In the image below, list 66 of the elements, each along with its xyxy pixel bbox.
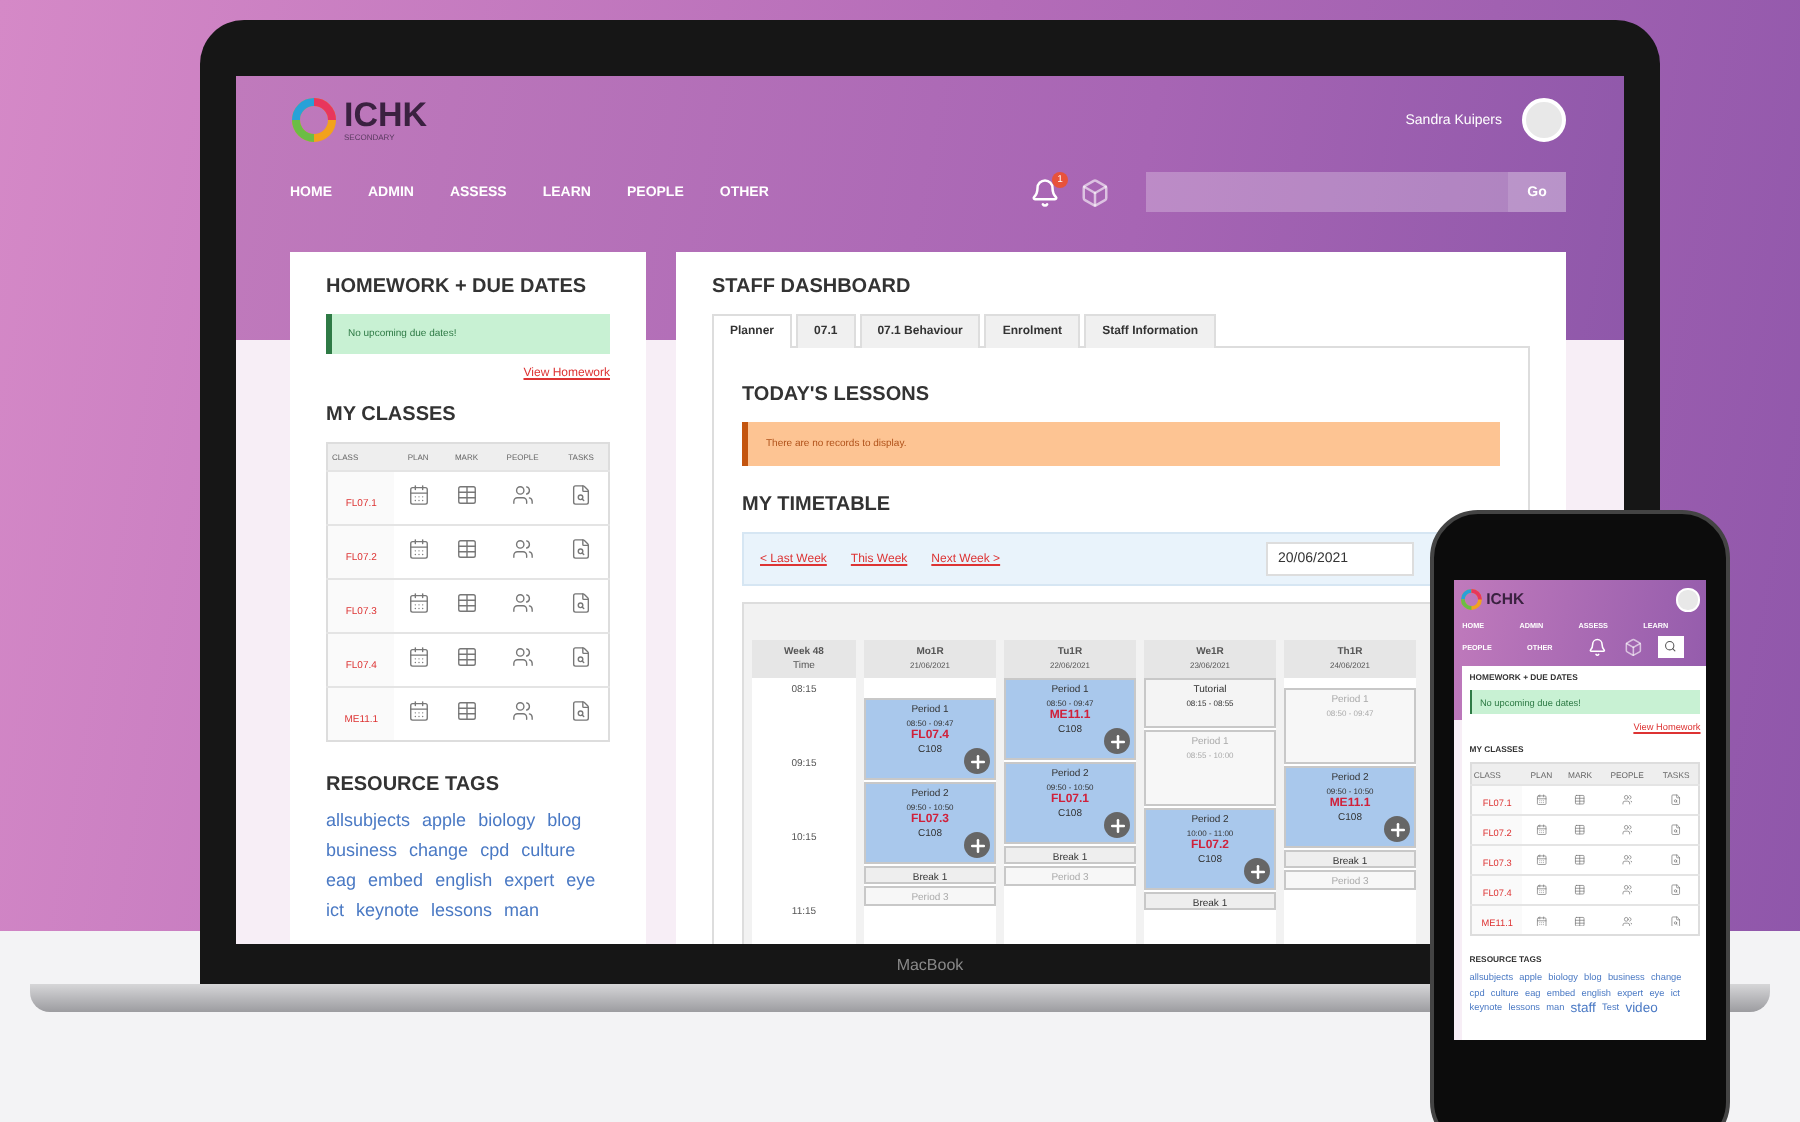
calendar-icon[interactable] (407, 700, 430, 722)
logo-icon (1460, 588, 1484, 612)
tag-link[interactable]: eye (566, 871, 596, 892)
document-search-icon[interactable] (570, 484, 593, 506)
document-search-icon[interactable] (570, 592, 593, 614)
people-icon[interactable] (511, 538, 534, 560)
document-search-icon[interactable] (570, 538, 593, 560)
add-button[interactable] (1104, 812, 1130, 838)
people-icon[interactable] (511, 646, 534, 668)
people-icon[interactable] (511, 700, 534, 722)
cube-icon[interactable] (1080, 177, 1110, 207)
avatar[interactable] (1676, 588, 1700, 612)
tag-link[interactable]: culture (521, 841, 576, 862)
calendar-icon[interactable] (407, 646, 430, 668)
notification-bell-icon[interactable] (1587, 637, 1607, 657)
tag-link[interactable]: blog (547, 812, 582, 832)
tag-link[interactable]: eag (326, 871, 357, 892)
add-button[interactable] (1384, 816, 1410, 842)
table-icon[interactable] (455, 592, 478, 614)
cube-icon[interactable] (1623, 637, 1642, 657)
plus-icon (967, 835, 987, 855)
document-search-icon[interactable] (570, 700, 593, 722)
logo-icon (290, 96, 338, 144)
tag-link[interactable]: keynote (356, 901, 420, 922)
table-icon[interactable] (455, 700, 478, 722)
brand-label: MacBook (896, 954, 964, 978)
logo-text: ICHK (344, 98, 428, 132)
notification-bell-icon[interactable] (1030, 177, 1060, 207)
avatar[interactable] (1522, 98, 1566, 142)
document-search-icon[interactable] (570, 646, 593, 668)
section-title: MY TIMETABLE (742, 494, 893, 516)
section-title: MY CLASSES (326, 404, 458, 426)
tag-link[interactable]: english (435, 871, 493, 892)
table-icon[interactable] (455, 484, 478, 506)
calendar-icon[interactable] (407, 538, 430, 560)
people-icon[interactable] (511, 592, 534, 614)
people-icon[interactable] (511, 484, 534, 506)
add-button[interactable] (964, 748, 990, 774)
tag-link[interactable]: man (504, 901, 540, 922)
add-button[interactable] (1244, 858, 1270, 884)
add-button[interactable] (964, 832, 990, 858)
plus-icon (1387, 819, 1407, 839)
section-title: HOMEWORK + DUE DATES (326, 276, 589, 298)
plus-icon (967, 751, 987, 771)
plus-icon (1107, 731, 1127, 751)
tag-link[interactable]: embed (368, 871, 424, 892)
add-button[interactable] (1104, 728, 1130, 754)
section-title: TODAY'S LESSONS (742, 384, 932, 406)
tag-link[interactable]: business (326, 841, 398, 862)
calendar-icon[interactable] (407, 592, 430, 614)
tag-link[interactable]: change (409, 841, 469, 862)
table-icon[interactable] (455, 538, 478, 560)
search-button[interactable] (1658, 636, 1684, 658)
tag-link[interactable]: ict (326, 901, 344, 922)
tag-link[interactable]: biology (478, 812, 536, 832)
plus-icon (1247, 861, 1267, 881)
section-title: STAFF DASHBOARD (712, 276, 913, 298)
table-icon[interactable] (455, 646, 478, 668)
tag-link[interactable]: allsubjects (326, 812, 411, 832)
calendar-icon[interactable] (407, 484, 430, 506)
tag-link[interactable]: lessons (431, 901, 493, 922)
tag-link[interactable]: cpd (480, 841, 510, 862)
tag-link[interactable]: apple (422, 812, 467, 832)
plus-icon (1107, 815, 1127, 835)
tag-link[interactable]: expert (504, 871, 555, 892)
section-title: RESOURCE TAGS (326, 774, 501, 796)
